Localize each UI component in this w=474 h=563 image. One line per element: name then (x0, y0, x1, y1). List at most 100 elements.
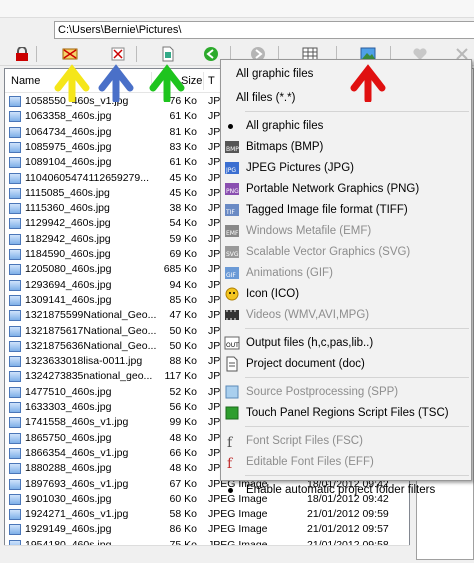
image-file-icon (9, 172, 21, 184)
menu-item-project-document-doc[interactable]: Project document (doc) (222, 353, 470, 375)
lock-icon[interactable] (12, 45, 32, 63)
svg-text:BMP: BMP (226, 146, 239, 153)
file-name: 1085975_460s.jpg (25, 140, 112, 153)
menu-item-windows-metafile-emf[interactable]: EMF Windows Metafile (EMF) (222, 220, 470, 242)
image-file-icon (9, 509, 21, 521)
file-name: 1129942_460s.jpg (25, 217, 111, 230)
menu-item-label: Bitmaps (BMP) (246, 141, 324, 153)
menu-item-label: Scalable Vector Graphics (SVG) (246, 246, 411, 258)
back-icon[interactable] (201, 45, 221, 63)
image-file-icon (9, 478, 21, 490)
spp-icon (225, 385, 239, 399)
image-file-icon (9, 203, 21, 215)
menu-item-font-script-files-fsc[interactable]: f Font Script Files (FSC) (222, 430, 470, 452)
file-size: 47 Ko (169, 309, 197, 322)
menu-item-all-graphic-files-top[interactable]: All graphic files (222, 63, 470, 85)
image-file-icon (9, 447, 21, 459)
menu-item-tagged-image-file-format-tiff[interactable]: TIF Tagged Image file format (TIFF) (222, 199, 470, 221)
menu-item-videos-wmv-avi-mpg[interactable]: Videos (WMV,AVI,MPG) (222, 304, 470, 326)
yellow-arrow (54, 64, 90, 102)
image-file-icon (9, 249, 21, 260)
envelope-icon[interactable] (60, 45, 80, 63)
bullet-icon (228, 124, 233, 129)
file-name: 1324273835national_geo... (25, 370, 153, 383)
image-file-icon (9, 96, 21, 107)
file-size: 61 Ko (169, 110, 197, 123)
image-file-icon (9, 187, 21, 199)
file-size: 117 Ko (164, 370, 198, 383)
menu-separator (245, 475, 469, 476)
path-input[interactable]: C:\Users\Bernie\Pictures\ (54, 21, 474, 39)
file-name: 1477510_460s.jpg (25, 385, 112, 398)
close-document-icon[interactable] (108, 45, 128, 63)
menu-item-label: Source Postprocessing (SPP) (246, 386, 399, 398)
menu-item-label: Project document (doc) (246, 358, 365, 370)
menu-item-output-files-h-c-pas-lib[interactable]: OUT Output files (h,c,pas,lib..) (222, 332, 470, 354)
file-size: 56 Ko (169, 401, 197, 413)
menu-item-label: Windows Metafile (EMF) (246, 225, 372, 237)
file-name: 1321875617National_Geo... (25, 324, 157, 337)
menu-item-label: Editable Font Files (EFF) (246, 456, 374, 468)
menu-item-editable-font-files-eff[interactable]: f Editable Font Files (EFF) (222, 451, 470, 473)
file-size: 94 Ko (169, 278, 197, 291)
menu-item-label: Icon (ICO) (246, 288, 300, 300)
title-strip (0, 0, 474, 18)
file-type: JPEG Image (208, 508, 268, 521)
svg-text:SVG: SVG (226, 251, 239, 258)
menu-item-bitmaps-bmp[interactable]: BMP Bitmaps (BMP) (222, 136, 470, 158)
file-size: 50 Ko (169, 324, 197, 337)
menu-item-label: Touch Panel Regions Script Files (TSC) (246, 407, 449, 419)
file-size: 99 Ko (169, 416, 197, 429)
menu-item-jpeg-pictures-jpg[interactable]: JPG JPEG Pictures (JPG) (222, 157, 470, 179)
file-name: 1321875599National_Geo... (25, 309, 157, 322)
blue-arrow (98, 64, 134, 102)
menu-item-portable-network-graphics-png[interactable]: PNG Portable Network Graphics (PNG) (222, 178, 470, 200)
image-file-icon (9, 218, 21, 230)
image-file-icon (9, 524, 21, 536)
file-size: 61 Ko (169, 156, 197, 169)
new-file-icon[interactable] (158, 45, 178, 63)
file-name: 1323633018lisa-0011.jpg (25, 355, 143, 368)
file-size: 54 Ko (169, 217, 197, 230)
file-name: 1866354_460s_v1.jpg (25, 446, 129, 459)
menu-item-enable-automatic-project-folder-filters[interactable]: Enable automatic project folder filters (222, 479, 470, 501)
file-name: 1184590_460s.jpg (25, 248, 111, 260)
file-name: 1741558_460s_v1.jpg (25, 416, 129, 429)
image-file-icon (9, 264, 21, 276)
image-file-icon (9, 325, 21, 337)
file-name: 1182942_460s.jpg (25, 232, 111, 245)
menu-item-label: JPEG Pictures (JPG) (246, 162, 354, 174)
column-type[interactable]: T (208, 75, 215, 87)
file-row[interactable]: 1929149_460s.jpg 86 Ko JPEG Image 21/01/201… (5, 522, 409, 537)
file-name: 1089104_460s.jpg (25, 156, 112, 169)
file-name: 1633303_460s.jpg (25, 401, 112, 413)
image-file-icon (9, 463, 21, 475)
image-file-icon (9, 111, 21, 123)
menu-item-label: All files (*.*) (236, 92, 296, 104)
horizontal-scrollbar[interactable] (4, 545, 410, 560)
menu-item-source-postprocessing-spp[interactable]: Source Postprocessing (SPP) (222, 381, 470, 403)
file-row[interactable]: 1924271_460s_v1.jpg 58 Ko JPEG Image 21/01/… (5, 507, 409, 522)
svg-icon: SVG (225, 246, 239, 258)
bmp-icon: BMP (225, 141, 239, 153)
menu-item-all-files[interactable]: All files (*.*) (222, 87, 470, 109)
svg-text:JPG: JPG (225, 167, 236, 174)
image-file-icon (9, 371, 21, 383)
menu-item-icon-ico[interactable]: Icon (ICO) (222, 283, 470, 305)
bullet-icon (228, 488, 233, 493)
column-name[interactable]: Name (11, 75, 40, 87)
image-file-icon (9, 157, 21, 169)
svg-text:f: f (227, 456, 234, 470)
menu-item-all-graphic-files[interactable]: All graphic files (222, 115, 470, 137)
svg-text:PNG: PNG (226, 188, 239, 195)
file-size: 60 Ko (169, 492, 197, 505)
jpg-icon: JPG (225, 162, 239, 174)
menu-item-label: Enable automatic project folder filters (246, 484, 436, 496)
file-size: 69 Ko (169, 248, 197, 260)
menu-item-animations-gif[interactable]: GIF Animations (GIF) (222, 262, 470, 284)
file-name: 1115360_460s.jpg (25, 202, 110, 215)
menu-item-touch-panel-regions-script-files-tsc[interactable]: Touch Panel Regions Script Files (TSC) (222, 402, 470, 424)
tsc-icon (225, 406, 239, 420)
menu-item-scalable-vector-graphics-svg[interactable]: SVG Scalable Vector Graphics (SVG) (222, 241, 470, 263)
menu-separator (245, 111, 469, 112)
